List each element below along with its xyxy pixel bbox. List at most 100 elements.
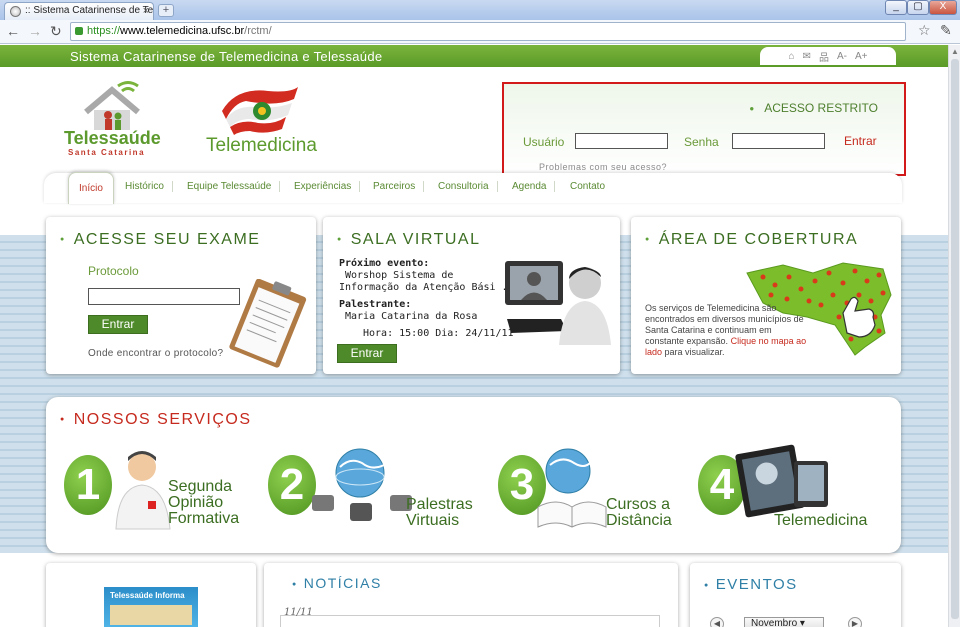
- lock-icon: [75, 27, 83, 35]
- services-panel: NOSSOS SERVIÇOS 1 Segunda Opinião Format…: [46, 397, 901, 553]
- events-title: EVENTOS: [704, 576, 798, 593]
- url-path: /rctm/: [244, 25, 272, 37]
- xray-monitor-icon: [735, 444, 828, 518]
- nav-item-inicio[interactable]: Início: [68, 172, 114, 204]
- magazine-cover[interactable]: Telessaúde Informa: [104, 587, 198, 627]
- magazine-panel: Telessaúde Informa: [46, 563, 256, 627]
- close-window-button[interactable]: X: [929, 0, 957, 15]
- forward-arrow-icon[interactable]: →: [28, 23, 42, 39]
- news-title: NOTÍCIAS: [292, 575, 382, 591]
- event-time: Hora: 15:00 Dia: 24/11/11: [363, 328, 514, 339]
- exam-enter-button[interactable]: Entrar: [88, 315, 148, 334]
- news-panel: NOTÍCIAS 11/11: [264, 563, 678, 627]
- next-event-name-line1: Worshop Sistema de: [345, 270, 454, 281]
- back-arrow-icon[interactable]: ←: [6, 23, 20, 39]
- new-tab-button[interactable]: +: [158, 4, 174, 17]
- home-icon[interactable]: ⌂: [789, 51, 795, 62]
- url-host: www.telemedicina.ufsc.br: [120, 25, 245, 37]
- nav-item-equipe[interactable]: Equipe Telessaúde: [179, 181, 281, 192]
- scrollbar-thumb[interactable]: [951, 59, 959, 619]
- main-navigation: Início Histórico Equipe Telessaúde Exper…: [44, 169, 902, 207]
- site-title: Sistema Catarinense de Telemedicina e Te…: [70, 49, 383, 64]
- service-label-1a: Segunda: [168, 478, 233, 495]
- globe-meeting-icon: [312, 448, 412, 521]
- page-scrollbar[interactable]: ▲: [948, 45, 960, 627]
- service-label-4a: Telemedicina: [774, 512, 868, 529]
- coverage-link-suffix: para visualizar.: [662, 347, 725, 357]
- telessaude-logo-subtext: Santa Catarina: [68, 148, 146, 157]
- globe-book-icon: [537, 448, 607, 528]
- browser-tab[interactable]: :: Sistema Catarinense de Tele ×: [4, 2, 154, 20]
- service-label-2b: Virtuais: [406, 512, 460, 529]
- service-label-3a: Cursos a: [606, 496, 671, 513]
- nav-item-agenda[interactable]: Agenda: [504, 181, 556, 192]
- scroll-up-arrow-icon[interactable]: ▲: [951, 47, 959, 56]
- tab-title: :: Sistema Catarinense de Tele: [25, 5, 154, 16]
- computer-user-icon: [505, 261, 611, 345]
- news-date: 11/11: [284, 607, 313, 618]
- month-select-value: Novembro: [751, 618, 798, 627]
- exam-access-panel: ACESSE SEU EXAME Protocolo Entrar Onde e…: [46, 217, 316, 374]
- coverage-area-title: ÁREA DE COBERTURA: [645, 231, 858, 249]
- virtual-room-enter-button[interactable]: Entrar: [337, 344, 397, 363]
- service-number-1: 1: [64, 455, 112, 515]
- minimize-button[interactable]: _: [885, 0, 907, 15]
- virtual-room-title: SALA VIRTUAL: [337, 231, 481, 249]
- password-input[interactable]: [732, 133, 825, 149]
- protocol-help-link[interactable]: Onde encontrar o protocolo?: [88, 348, 223, 359]
- telessaude-logo[interactable]: Telessaúde Santa Catarina: [64, 78, 174, 158]
- mail-icon[interactable]: ✉: [803, 51, 811, 62]
- next-event-label: Próximo evento:: [339, 258, 430, 269]
- month-select[interactable]: Novembro ▾: [744, 617, 824, 627]
- url-scheme: https://: [87, 25, 121, 37]
- house-logo-icon: [84, 81, 140, 130]
- telemedicina-logo-text: Telemedicina: [206, 135, 317, 156]
- coverage-area-panel: ÁREA DE COBERTURA Os serviços de Telemed…: [631, 217, 901, 374]
- service-label-1c: Formativa: [168, 510, 240, 527]
- service-label-3b: Distância: [606, 512, 672, 529]
- nav-item-contato[interactable]: Contato: [562, 181, 613, 192]
- protocol-input[interactable]: [88, 288, 240, 305]
- site-tools: ⌂ ✉ 品 A- A+: [760, 47, 896, 65]
- events-panel: EVENTOS ◀ Novembro ▾ ▶: [690, 563, 901, 627]
- magazine-image: [110, 605, 192, 625]
- browser-title-bar: :: Sistema Catarinense de Tele × + _ ▢ X: [0, 0, 960, 20]
- password-label: Senha: [684, 135, 719, 149]
- nav-item-experiencias[interactable]: Experiências: [286, 181, 361, 192]
- username-label: Usuário: [523, 135, 565, 149]
- protocol-label: Protocolo: [88, 264, 139, 278]
- username-input[interactable]: [575, 133, 668, 149]
- coverage-description: Os serviços de Telemedicina são encontra…: [645, 303, 811, 358]
- font-decrease-button[interactable]: A-: [837, 51, 847, 62]
- globe-icon: [10, 6, 21, 17]
- magazine-title: Telessaúde Informa: [110, 591, 185, 600]
- prev-month-button[interactable]: ◀: [710, 617, 724, 627]
- nav-item-parceiros[interactable]: Parceiros: [365, 181, 425, 192]
- doctor-icon: [115, 451, 171, 530]
- reload-icon[interactable]: ↻: [50, 23, 62, 40]
- sitemap-icon[interactable]: 品: [819, 49, 829, 64]
- font-increase-button[interactable]: A+: [855, 51, 868, 62]
- speaker-label: Palestrante:: [339, 299, 412, 310]
- nav-item-consultoria[interactable]: Consultoria: [430, 181, 498, 192]
- telessaude-logo-text: Telessaúde: [64, 128, 161, 148]
- bookmark-star-icon[interactable]: ☆: [918, 22, 931, 39]
- address-bar[interactable]: https://www.telemedicina.ufsc.br/rctm/: [70, 22, 906, 41]
- exam-access-title: ACESSE SEU EXAME: [60, 231, 260, 249]
- restricted-access-title: ACESSO RESTRITO: [749, 101, 878, 115]
- maximize-button[interactable]: ▢: [907, 0, 929, 15]
- service-label-1b: Opinião: [168, 494, 224, 511]
- flag-logo-icon: [222, 87, 298, 135]
- news-box: [280, 615, 660, 627]
- web-page: Sistema Catarinense de Telemedicina e Te…: [0, 45, 948, 627]
- next-month-button[interactable]: ▶: [848, 617, 862, 627]
- clipboard-icon: [229, 279, 307, 368]
- wrench-menu-icon[interactable]: ✎: [940, 22, 952, 39]
- close-tab-icon[interactable]: ×: [143, 3, 149, 19]
- login-enter-link[interactable]: Entrar: [844, 134, 877, 148]
- next-event-name-line2: Informação da Atenção Bási ...: [339, 282, 520, 293]
- site-header-bar: Sistema Catarinense de Telemedicina e Te…: [0, 45, 948, 67]
- telemedicina-logo[interactable]: Telemedicina: [206, 85, 336, 160]
- virtual-room-panel: SALA VIRTUAL Próximo evento: Worshop Sis…: [323, 217, 620, 374]
- nav-item-historico[interactable]: Histórico: [117, 181, 173, 192]
